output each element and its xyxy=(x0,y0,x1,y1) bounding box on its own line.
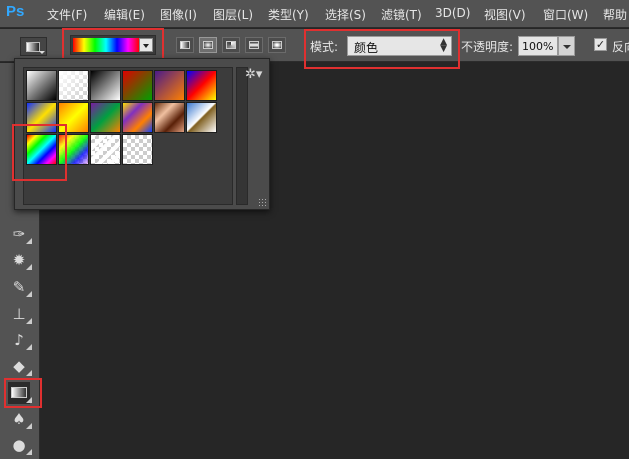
tool-preset-picker[interactable] xyxy=(20,37,47,56)
menu-file[interactable]: 文件(F) xyxy=(47,6,87,23)
menu-edit[interactable]: 编辑(E) xyxy=(104,6,145,23)
highlight-gradient-tool xyxy=(4,378,42,408)
highlight-mode xyxy=(304,29,460,69)
reverse-checkbox[interactable]: ✓ xyxy=(594,38,607,51)
gear-icon[interactable]: ✲▾ xyxy=(245,67,262,82)
preset-scrollbar[interactable] xyxy=(236,67,248,205)
gradient-preset[interactable] xyxy=(90,134,121,165)
gradient-preset[interactable] xyxy=(154,102,185,133)
radial-gradient-button[interactable] xyxy=(199,37,217,53)
gradient-preset[interactable] xyxy=(154,70,185,101)
menu-image[interactable]: 图像(I) xyxy=(160,6,197,23)
blur-icon[interactable]: ♠ xyxy=(8,408,32,430)
gradient-preset[interactable] xyxy=(90,70,121,101)
menu-window[interactable]: 窗口(W) xyxy=(543,6,588,23)
history-brush-icon[interactable]: ♪ xyxy=(8,329,32,351)
gradient-preset[interactable] xyxy=(122,134,153,165)
gradient-preset[interactable] xyxy=(122,102,153,133)
menu-layer[interactable]: 图层(L) xyxy=(213,6,253,23)
resize-grip-icon[interactable] xyxy=(258,198,266,206)
opacity-dropdown[interactable] xyxy=(558,36,575,56)
diamond-gradient-button[interactable] xyxy=(268,37,286,53)
menu-select[interactable]: 选择(S) xyxy=(325,6,366,23)
reverse-label: 反向 xyxy=(612,40,629,54)
gradient-preset[interactable] xyxy=(90,102,121,133)
app-logo: Ps xyxy=(6,3,25,20)
spot-healing-icon[interactable]: ✹ xyxy=(8,249,32,271)
dodge-icon[interactable]: ● xyxy=(8,434,32,456)
linear-gradient-button[interactable] xyxy=(176,37,194,53)
eyedropper-icon[interactable]: ✑ xyxy=(8,223,32,245)
gradient-preset[interactable] xyxy=(58,70,89,101)
gradient-preset[interactable] xyxy=(26,70,57,101)
highlight-gradient-picker xyxy=(62,28,164,61)
highlight-spectrum-preset xyxy=(12,124,67,181)
menu-view[interactable]: 视图(V) xyxy=(484,6,526,23)
eraser-icon[interactable]: ◆ xyxy=(8,355,32,377)
gradient-tool-icon xyxy=(26,42,40,52)
opacity-label: 不透明度: xyxy=(461,40,514,54)
reflected-gradient-button[interactable] xyxy=(245,37,263,53)
gradient-preset[interactable] xyxy=(186,70,217,101)
brush-icon[interactable]: ✎ xyxy=(8,276,32,298)
menu-bar: Ps 文件(F) 编辑(E) 图像(I) 图层(L) 类型(Y) 选择(S) 滤… xyxy=(0,0,629,28)
opacity-input[interactable]: 100% xyxy=(518,36,558,56)
clone-stamp-icon[interactable]: ⊥ xyxy=(8,303,32,325)
menu-type[interactable]: 类型(Y) xyxy=(268,6,309,23)
menu-help[interactable]: 帮助 xyxy=(603,6,627,23)
dropdown-arrow-icon xyxy=(39,51,45,54)
menu-3d[interactable]: 3D(D) xyxy=(435,6,470,20)
gradient-preset[interactable] xyxy=(122,70,153,101)
menu-filter[interactable]: 滤镜(T) xyxy=(381,6,422,23)
gradient-preset[interactable] xyxy=(186,102,217,133)
angle-gradient-button[interactable] xyxy=(222,37,240,53)
